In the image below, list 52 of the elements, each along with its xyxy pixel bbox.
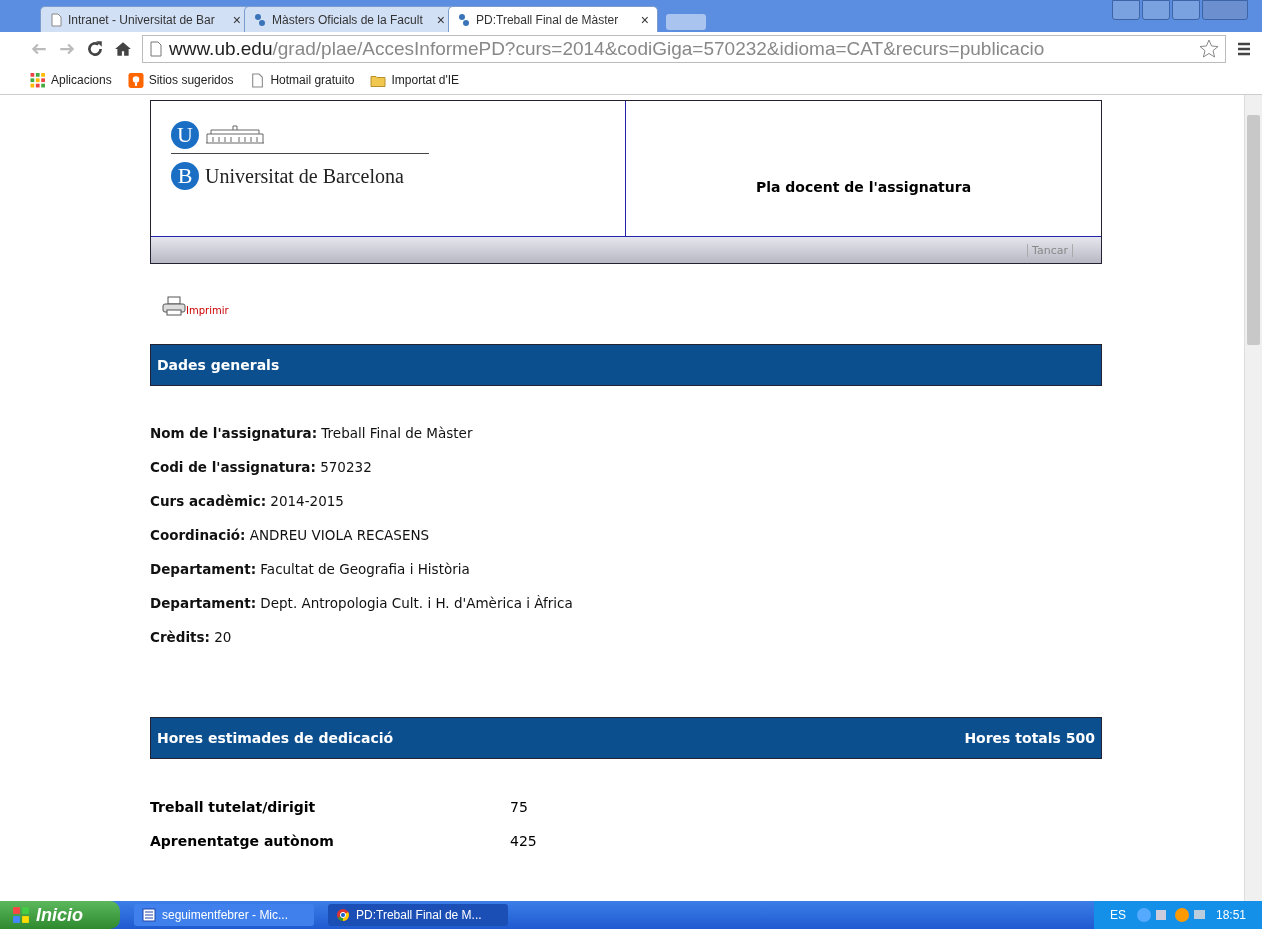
bookmark-link[interactable]: Aplicacions bbox=[30, 72, 112, 88]
printer-icon bbox=[162, 296, 186, 316]
tab-title: PD:Treball Final de Màster bbox=[476, 12, 620, 27]
field-text: Nom de l'assignatura: Treball Final de Màster bbox=[150, 424, 474, 443]
star-icon[interactable] bbox=[1199, 39, 1219, 59]
tab-title: Màsters Oficials de la Facult bbox=[272, 12, 424, 27]
taskbar-button[interactable]: seguimentfebrer - Mic... bbox=[134, 904, 314, 926]
tab-title: Intranet - Universitat de Bar bbox=[68, 12, 216, 27]
close-icon[interactable]: × bbox=[640, 11, 649, 28]
clock: 18:51 bbox=[1215, 908, 1246, 922]
browser-icon bbox=[336, 908, 350, 922]
home-icon[interactable] bbox=[114, 40, 132, 58]
logo-letter-u: U bbox=[171, 121, 199, 149]
taskbar-button[interactable]: PD:Treball Final de M... bbox=[328, 904, 508, 926]
hours-label: Treball tutelat/dirigit bbox=[150, 798, 317, 817]
url-text: www.ub.edu/grad/plae/AccesInformePD?curs=2014&codiGiga=570232&idioma=CAT&recurs=publicacio bbox=[169, 38, 1046, 60]
address-bar[interactable]: www.ub.edu/grad/plae/AccesInformePD?curs=2014&codiGiga=570232&idioma=CAT&recurs=publicacio bbox=[142, 35, 1226, 63]
field-text: Curs acadèmic: 2014-2015 bbox=[150, 492, 345, 511]
document-icon bbox=[142, 908, 156, 922]
hours-label: Aprenentatge autònom bbox=[150, 832, 335, 851]
tab-logo-icon bbox=[253, 12, 267, 27]
scrollbar[interactable] bbox=[1244, 95, 1262, 901]
page-icon bbox=[49, 12, 63, 27]
bookmark-link[interactable]: Sitios sugeridos bbox=[127, 72, 234, 88]
field-text: Coordinació: ANDREU VIOLA RECASENS bbox=[150, 526, 431, 545]
close-icon[interactable]: × bbox=[436, 11, 445, 28]
section-header: Hores estimades de dedicació Hores totals 500 bbox=[150, 717, 1102, 759]
tray-icons-drawing[interactable] bbox=[1135, 907, 1206, 923]
page-heading: Pla docent de l'assignatura bbox=[755, 178, 972, 195]
building-drawing bbox=[205, 125, 265, 145]
hours-value: 425 bbox=[510, 832, 537, 851]
hours-value: 75 bbox=[510, 798, 528, 817]
close-icon[interactable]: × bbox=[232, 11, 241, 28]
field-text: Departament: Facultat de Geografia i Història bbox=[150, 560, 471, 579]
bookmark-link[interactable]: Importat d'IE bbox=[370, 72, 460, 88]
university-name: Universitat de Barcelona bbox=[205, 164, 404, 188]
menu-icon[interactable] bbox=[1236, 41, 1252, 57]
page-icon bbox=[149, 41, 163, 57]
field-text: Crèdits: 20 bbox=[150, 628, 233, 647]
bulb-icon bbox=[127, 72, 144, 88]
field-text: Departament: Dept. Antropologia Cult. i H. d'Amèrica i Àfrica bbox=[150, 594, 574, 613]
tab-logo-icon bbox=[457, 12, 471, 27]
page-icon bbox=[249, 72, 266, 88]
windows-logo-icon bbox=[12, 906, 30, 924]
reload-icon[interactable] bbox=[86, 40, 104, 58]
section-header: Dades generals bbox=[150, 344, 1102, 386]
print-link[interactable]: Imprimir bbox=[162, 296, 229, 316]
bookmark-link[interactable]: Hotmail gratuito bbox=[249, 72, 355, 88]
browser-tab[interactable]: PD:Treball Final de Màster × bbox=[448, 6, 658, 32]
field-text: Codi de l'assignatura: 570232 bbox=[150, 458, 373, 477]
apps-grid-icon bbox=[30, 72, 46, 88]
logo-letter-b: B bbox=[171, 162, 199, 190]
